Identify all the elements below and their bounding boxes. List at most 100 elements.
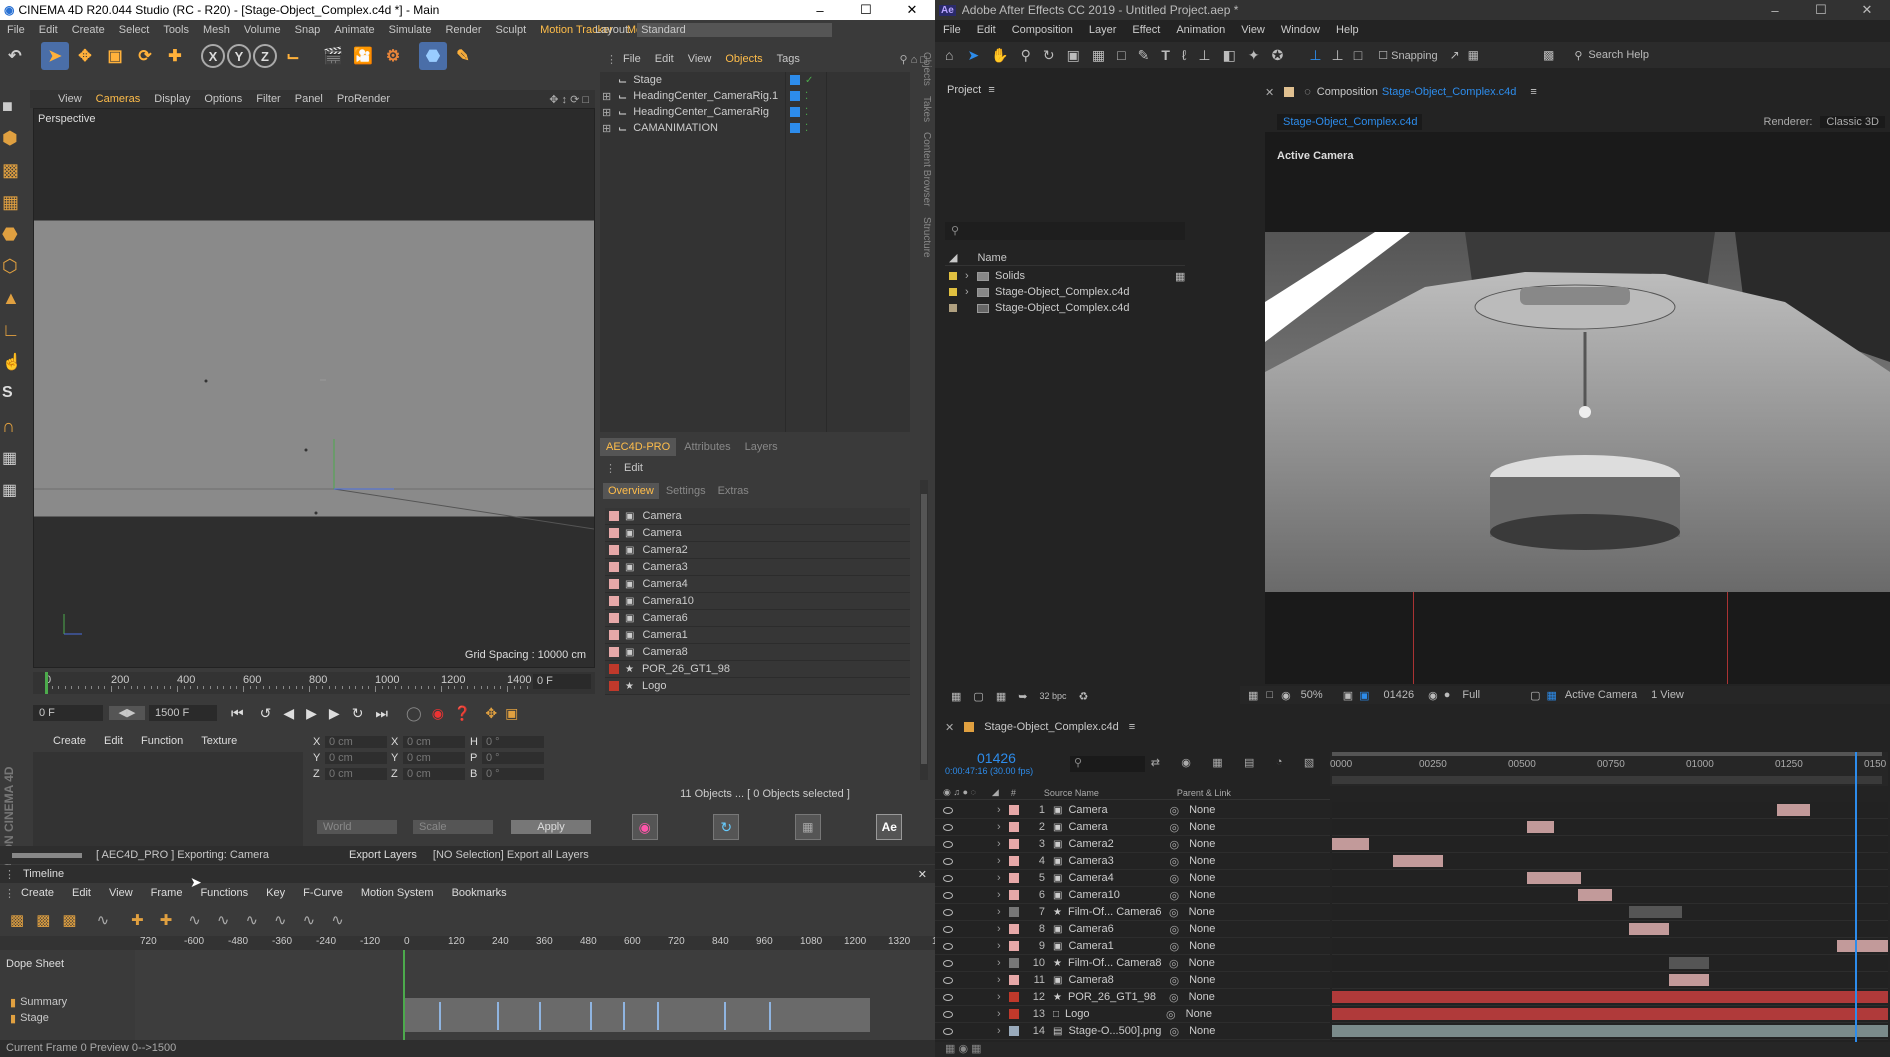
layer-duration-bar[interactable] — [1837, 940, 1888, 952]
layer-duration-bar[interactable] — [1332, 838, 1370, 850]
model-mode-icon[interactable]: ⬢ — [2, 128, 26, 154]
side-tab[interactable]: Content Browser — [921, 132, 932, 206]
goto-end-icon[interactable]: ⏭ — [375, 705, 388, 722]
fit-icon[interactable]: ▣ — [1343, 689, 1353, 702]
ae-menu-item[interactable]: File — [935, 24, 969, 36]
layer-color-tag[interactable] — [790, 75, 800, 85]
pickwhip-icon[interactable]: ◎ — [1169, 855, 1179, 868]
home-icon[interactable]: ⌂ — [945, 47, 953, 63]
layer-name[interactable]: Logo — [1065, 1008, 1160, 1020]
aec-ae-export-button[interactable]: Ae — [876, 814, 903, 840]
layer-expand-icon[interactable]: › — [997, 906, 1007, 918]
pickwhip-icon[interactable]: ◎ — [1169, 872, 1179, 885]
ae-menu-item[interactable]: View — [1233, 24, 1273, 36]
tl-add-key2-icon[interactable]: ✚ — [160, 911, 173, 929]
timeline-menu-item[interactable]: Key — [266, 887, 285, 899]
parent-dropdown[interactable]: None — [1182, 1008, 1252, 1020]
layer-expand-icon[interactable]: › — [997, 872, 1007, 884]
ae-timeline-tab[interactable]: ✕ Stage-Object_Complex.c4d ≡ — [935, 718, 1890, 736]
layer-label-color[interactable] — [1009, 822, 1019, 832]
layer-label-color[interactable] — [1009, 805, 1019, 815]
close-icon[interactable]: ✕ — [889, 2, 935, 18]
keyframe-selection-icon[interactable]: ❓ — [454, 705, 471, 722]
parent-dropdown[interactable]: None — [1185, 804, 1255, 816]
snapshot-icon[interactable]: ▦ — [1248, 689, 1258, 702]
ae-menu-item[interactable]: Composition — [1004, 24, 1081, 36]
ae-menu-item[interactable]: Window — [1273, 24, 1328, 36]
pickwhip-icon[interactable]: ◎ — [1169, 804, 1179, 817]
layer-name[interactable]: Camera — [1068, 821, 1163, 833]
parent-dropdown[interactable]: None — [1185, 855, 1255, 867]
layer-color-tag[interactable] — [790, 91, 800, 101]
layer-label-color[interactable] — [1009, 924, 1019, 934]
next-key-icon[interactable]: ↻ — [352, 705, 364, 722]
ae-layer-row[interactable]: › 8 ▣ Camera6 ◎ None — [935, 921, 1330, 938]
layer-expand-icon[interactable]: › — [997, 974, 1007, 986]
key-range-bar[interactable] — [405, 998, 870, 1032]
layer-name[interactable]: Camera2 — [1068, 838, 1163, 850]
layer-duration-bar[interactable] — [1527, 872, 1582, 884]
aec-subtab[interactable]: Settings — [661, 483, 711, 499]
axis-mode-icon[interactable]: ∟ — [2, 320, 26, 346]
ae-tl-menu-icon[interactable]: ≡ — [1129, 721, 1135, 733]
layer-expand-icon[interactable]: › — [997, 991, 1007, 1003]
checkbox[interactable] — [609, 562, 619, 572]
renderer-setting[interactable]: Renderer: Classic 3D — [1755, 114, 1885, 130]
c4d-menu-item[interactable]: Snap — [288, 24, 328, 36]
eye-icon[interactable] — [943, 959, 953, 967]
object-name[interactable]: Stage — [633, 74, 662, 86]
frame-blending-icon[interactable]: ▤ — [1244, 756, 1254, 772]
region-icon[interactable]: ▢ — [1530, 689, 1540, 702]
motion-blur-icon[interactable]: ◔ — [1276, 756, 1283, 772]
ae-layer-row[interactable]: › 12 ★ POR_26_GT1_98 ◎ None — [935, 989, 1330, 1006]
layer-label-color[interactable] — [1009, 975, 1019, 985]
material-menu-item[interactable]: Edit — [104, 735, 123, 747]
z-axis-icon[interactable]: Z — [253, 44, 277, 68]
c4d-menu-item[interactable]: Edit — [32, 24, 65, 36]
visibility-check-icon[interactable]: ✓ — [805, 75, 813, 86]
visibility-check-icon[interactable]: ⁚ — [805, 91, 808, 102]
c4d-menu-item[interactable]: Animate — [327, 24, 381, 36]
view-camera-dropdown[interactable]: Active Camera — [1565, 689, 1637, 701]
parent-dropdown[interactable]: None — [1185, 940, 1255, 952]
coord-value[interactable]: 0 cm — [325, 736, 387, 748]
new-folder-icon[interactable]: ▢ — [973, 690, 983, 703]
snap-grid-icon[interactable]: ▦ — [1468, 48, 1479, 62]
workspace-icon[interactable]: ▩ — [1543, 48, 1554, 62]
brush-tool-icon[interactable]: ℓ — [1182, 47, 1187, 63]
side-tab[interactable]: Structure — [921, 217, 932, 258]
viewport-menu-item[interactable]: ProRender — [337, 93, 390, 105]
viewport-menu-item[interactable]: Cameras — [96, 93, 141, 105]
layer-expand-icon[interactable]: › — [997, 1025, 1007, 1037]
coord-value[interactable]: 0 cm — [325, 768, 387, 780]
object-row[interactable]: ⌙ Stage ✓ — [600, 72, 910, 88]
coord-value[interactable]: 0 cm — [403, 768, 465, 780]
auto-key-icon[interactable]: ◉ — [432, 705, 444, 722]
pickwhip-icon[interactable]: ◎ — [1169, 1025, 1179, 1038]
layer-color-tag[interactable] — [790, 107, 800, 117]
parent-dropdown[interactable]: None — [1185, 906, 1255, 918]
coord-value[interactable]: 0 cm — [325, 752, 387, 764]
c4d-menu-item[interactable]: Volume — [237, 24, 288, 36]
project-search-input[interactable]: ⚲ — [945, 222, 1185, 240]
perspective-viewport[interactable]: Perspective Grid Spacing : 10000 cm — [33, 108, 595, 668]
label-color[interactable] — [949, 272, 957, 280]
aec-refresh-icon[interactable]: ↻ — [713, 814, 740, 840]
material-menu-item[interactable]: Function — [141, 735, 183, 747]
ae-playhead[interactable] — [1855, 752, 1857, 1042]
checkbox[interactable] — [609, 681, 619, 691]
comp-flowchart-tab[interactable]: Stage-Object_Complex.c4d — [1277, 114, 1422, 130]
parent-dropdown[interactable]: None — [1185, 991, 1255, 1003]
monitor-icon[interactable]: □ — [1266, 689, 1273, 701]
layer-duration-bar[interactable] — [1332, 1008, 1888, 1020]
object-row[interactable]: ⊞ ⌙ HeadingCenter_CameraRig.1 ⁚ — [600, 88, 910, 104]
current-frame-field[interactable]: 0 F — [533, 674, 591, 689]
lock-icon[interactable]: ◌ — [1304, 86, 1311, 98]
track-stage[interactable]: ▮ Stage — [0, 1010, 135, 1026]
timeline-menu-item[interactable]: Frame — [151, 887, 183, 899]
ae-timeline-search[interactable]: ⚲ — [1070, 756, 1145, 772]
ae-layer-row[interactable]: › 4 ▣ Camera3 ◎ None — [935, 853, 1330, 870]
c4d-playhead[interactable] — [45, 672, 48, 694]
aec-list-item[interactable]: ▣ Camera4 — [605, 576, 910, 593]
timeline-menu-item[interactable]: Motion System — [361, 887, 434, 899]
